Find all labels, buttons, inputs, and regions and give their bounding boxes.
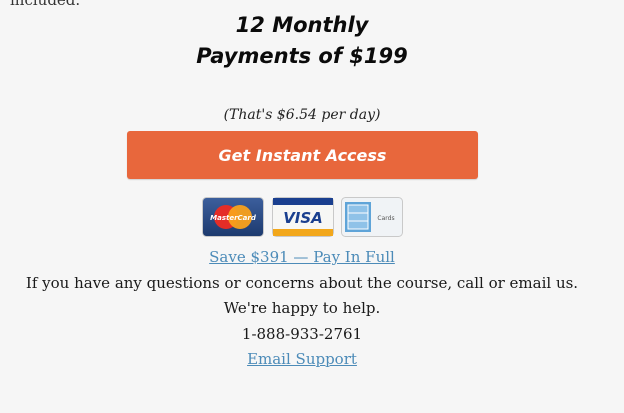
mastercard-text: MasterCard [210, 214, 257, 222]
support-phone: 1-888-933-2761 [241, 325, 363, 343]
support-happy-text: We're happy to help. [223, 299, 381, 317]
amex-icon: Cards [341, 197, 403, 237]
truncated-text: included. [10, 0, 81, 9]
checkout-panel: included. 12 Monthly Payments of $199 (T… [0, 0, 624, 413]
per-day-note: (That's $6.54 per day) [223, 107, 381, 123]
visa-icon: VISA [272, 197, 334, 237]
offer-headline-line2: Payments of $199 [196, 44, 408, 68]
payment-cards: MasterCard VISA Cards [202, 197, 404, 237]
offer-headline-line1: 12 Monthly [235, 13, 369, 37]
get-instant-access-button[interactable]: Get Instant Access [127, 131, 478, 179]
mastercard-icon: MasterCard [202, 197, 264, 237]
pay-in-full-link[interactable]: Save $391 — Pay In Full [0, 248, 604, 266]
visa-text: VISA [283, 209, 323, 227]
amex-text: Cards [377, 215, 394, 222]
cta-label: Get Instant Access [218, 145, 387, 165]
support-questions-text: If you have any questions or concerns ab… [25, 274, 579, 292]
email-support-link[interactable]: Email Support [0, 350, 604, 368]
